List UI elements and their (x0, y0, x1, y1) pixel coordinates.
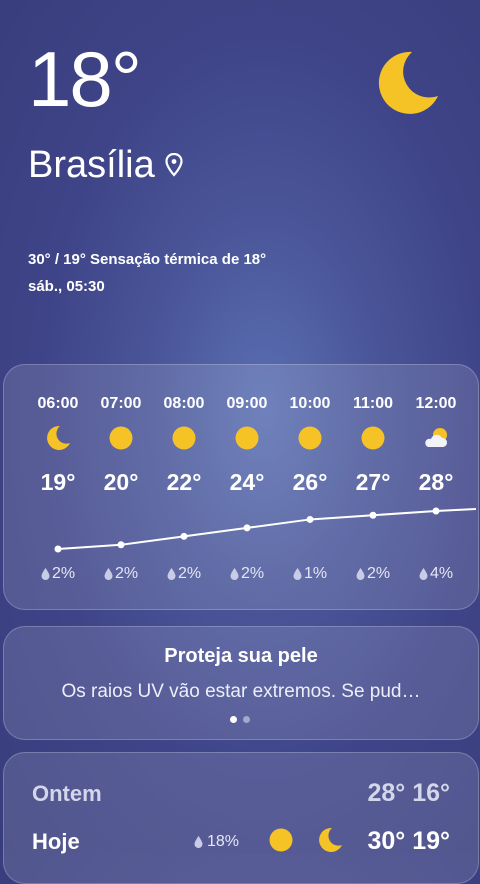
temperature-point (117, 541, 125, 549)
precipitation-value: 2% (240, 565, 265, 582)
hour-temperature: 27° (355, 469, 391, 495)
hour-temperature: 26° (292, 469, 328, 495)
hour-precipitation: 2% (343, 565, 403, 583)
hour-temperature: 28° (418, 469, 454, 495)
hour-temperature: 24° (229, 469, 265, 495)
raindrop-icon (194, 836, 203, 848)
uv-alert-card[interactable]: Proteja sua pele Os raios UV vão estar e… (3, 626, 479, 740)
precipitation-chance: 18% (194, 833, 239, 851)
location-pin-icon (165, 153, 183, 177)
hour-temperature: 19° (40, 469, 76, 495)
temperature-point (243, 524, 251, 532)
high-low-temperature: 28° 16° (367, 779, 450, 807)
temperature-range-feels-like: 30° / 19° Sensação térmica de 18° (28, 251, 267, 268)
hour-precipitation: 1% (280, 565, 340, 583)
temperature-point (54, 545, 62, 553)
page-dot (243, 716, 250, 723)
hour-temperature: 22° (166, 469, 202, 495)
sun-icon (298, 426, 322, 450)
hour-label: 12:00 (415, 395, 457, 412)
temperature-point (432, 507, 440, 515)
hour-precipitation: 4% (406, 565, 466, 583)
daily-row-yesterday[interactable]: Ontem 28° 16° (4, 773, 478, 813)
temperature-point (180, 532, 188, 540)
moon-icon (319, 827, 342, 852)
hour-label: 09:00 (226, 395, 268, 412)
current-temperature: 18° (28, 35, 142, 123)
hour-label: 06:00 (37, 395, 79, 412)
page-dot-active (230, 716, 237, 723)
sun-icon (172, 426, 196, 450)
current-weather: 18° Brasília 30° / 19° Sensação térmica … (0, 0, 480, 360)
sun-icon (109, 426, 133, 450)
partly-cloudy-icon (425, 428, 448, 447)
raindrop-icon (356, 568, 365, 580)
hour-label: 11:00 (352, 395, 394, 412)
hour-label: 08:00 (163, 395, 205, 412)
precipitation-value: 2% (114, 565, 139, 582)
precipitation-value: 1% (303, 565, 328, 582)
hour-label: 10:00 (289, 395, 331, 412)
hour-label: 07:00 (100, 395, 142, 412)
daily-row-today[interactable]: Hoje 18% 30° 19° (4, 821, 478, 861)
city-name[interactable]: Brasília (28, 146, 183, 184)
city-label: Brasília (28, 144, 155, 186)
raindrop-icon (41, 568, 50, 580)
sun-icon (235, 426, 259, 450)
precipitation-value: 18% (207, 833, 240, 850)
high-low-temperature: 30° 19° (367, 827, 450, 855)
hour-precipitation: 2% (154, 565, 214, 583)
temperature-point (306, 515, 314, 523)
moon-icon (47, 425, 70, 450)
sun-icon (269, 828, 293, 852)
uv-alert-text: Os raios UV vão estar extremos. Se pud… (61, 681, 421, 702)
temperature-point (369, 511, 377, 519)
hour-precipitation: 2% (217, 565, 277, 583)
date-time: sáb., 05:30 (28, 278, 105, 295)
raindrop-icon (419, 568, 428, 580)
hourly-forecast-card[interactable]: 06:00 19° 2% 07:00 20° 2% 08:00 22° 2% 09:00 24° 2%… (3, 364, 479, 610)
day-label: Hoje (32, 829, 80, 854)
weather-details: 30° / 19° Sensação térmica de 18° sáb., … (28, 246, 266, 300)
moon-icon (378, 51, 438, 114)
page-indicator (230, 716, 250, 723)
raindrop-icon (230, 568, 239, 580)
raindrop-icon (167, 568, 176, 580)
hour-temperature: 20° (103, 469, 139, 495)
precipitation-value: 2% (177, 565, 202, 582)
sun-icon (361, 426, 385, 450)
precipitation-value: 4% (429, 565, 454, 582)
hour-precipitation: 2% (91, 565, 151, 583)
day-label: Ontem (32, 781, 102, 806)
precipitation-value: 2% (366, 565, 391, 582)
raindrop-icon (293, 568, 302, 580)
raindrop-icon (104, 568, 113, 580)
uv-alert-title: Proteja sua pele (164, 645, 318, 667)
precipitation-value: 2% (51, 565, 76, 582)
hour-precipitation: 2% (28, 565, 88, 583)
daily-forecast-card[interactable]: Ontem 28° 16° Hoje 18% 30° 19° (3, 752, 479, 884)
